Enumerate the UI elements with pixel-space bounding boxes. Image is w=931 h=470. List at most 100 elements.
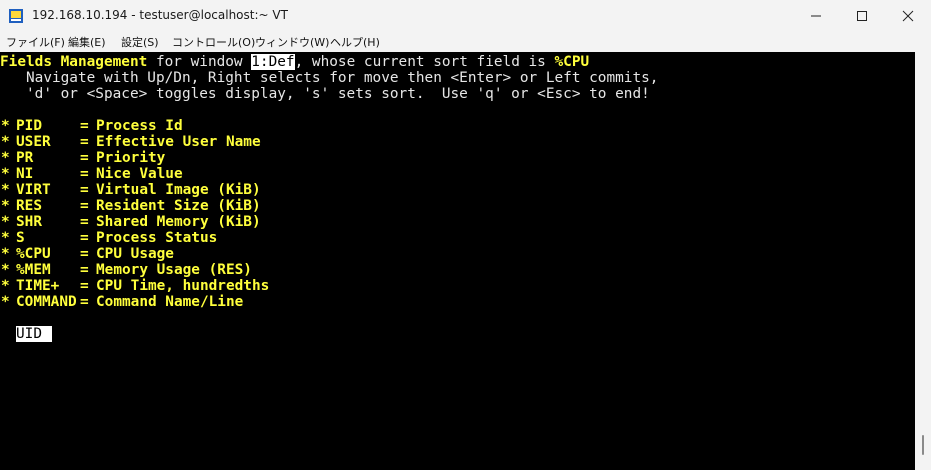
- field-separator: =: [80, 310, 89, 326]
- field-separator: =: [608, 182, 617, 198]
- field-name: %MEM: [16, 262, 51, 278]
- field-name: nsPID: [544, 182, 588, 198]
- vertical-scrollbar[interactable]: [915, 52, 931, 470]
- field-enabled-marker: *: [1, 166, 10, 182]
- sort-field: %CPU: [554, 54, 590, 70]
- field-separator: =: [608, 198, 617, 214]
- field-separator: =: [344, 294, 353, 310]
- field-separator: =: [608, 278, 617, 294]
- field-description: Parent Process pid: [96, 310, 252, 326]
- field-enabled-marker: *: [1, 150, 10, 166]
- field-separator: =: [344, 390, 353, 406]
- field-separator: =: [80, 294, 89, 310]
- maximize-button[interactable]: [839, 0, 885, 32]
- vt-terminal-icon: [9, 9, 23, 23]
- field-description: Effective User Name: [96, 134, 261, 150]
- field-separator: =: [608, 326, 617, 342]
- field-description: RES Locked (KiB): [624, 278, 763, 294]
- field-description: Supp Groups IDs: [360, 342, 490, 358]
- field-separator: =: [608, 166, 617, 182]
- field-separator: =: [608, 310, 617, 326]
- field-separator: =: [344, 134, 353, 150]
- menu-edit[interactable]: 編集(E): [68, 34, 106, 50]
- field-name: %CPU: [16, 246, 51, 262]
- field-name: nMin: [280, 262, 315, 278]
- field-name: SUSER: [16, 390, 60, 406]
- field-name: UID: [16, 326, 52, 342]
- field-name: nsUSER: [544, 198, 596, 214]
- menu-file[interactable]: ファイル(F): [6, 34, 65, 50]
- field-separator: =: [80, 406, 89, 422]
- field-description: Memory Usage (RES): [96, 262, 252, 278]
- field-separator: =: [80, 134, 89, 150]
- field-description: CPU Time, hundredths: [96, 278, 270, 294]
- field-name: OOMa: [280, 390, 315, 406]
- help-line-1: Navigate with Up/Dn, Right selects for m…: [0, 70, 659, 86]
- title-bar[interactable]: 192.168.10.194 - testuser@localhost:~ VT: [0, 0, 931, 32]
- field-name: nsNET: [544, 166, 588, 182]
- field-name: nsIPC: [544, 134, 588, 150]
- field-separator: =: [344, 438, 353, 454]
- field-description: Major Faults delta: [360, 438, 516, 454]
- field-description: USER namespace Inode: [624, 198, 798, 214]
- field-name: COMMAND: [16, 294, 77, 310]
- field-name: LXC: [544, 230, 570, 246]
- field-name: OOMs: [280, 406, 315, 422]
- menu-settings[interactable]: 設定(S): [121, 34, 159, 50]
- field-separator: =: [344, 262, 353, 278]
- scrollbar-thumb[interactable]: [922, 435, 924, 455]
- field-separator: =: [608, 118, 617, 134]
- field-description: Control Group name: [624, 310, 780, 326]
- terminal-screen[interactable]: Fields Management for window 1:Def, whos…: [0, 52, 915, 470]
- field-name: WCHAN: [280, 294, 324, 310]
- field-separator: =: [80, 182, 89, 198]
- field-description: Major Page Faults: [360, 246, 508, 262]
- field-description: Data+Stack (KiB): [360, 230, 499, 246]
- field-separator: =: [80, 390, 89, 406]
- field-name: nTH: [280, 150, 306, 166]
- field-name: RSan: [544, 246, 579, 262]
- field-enabled-marker: *: [1, 118, 10, 134]
- menu-control[interactable]: コントロール(O): [172, 34, 255, 50]
- menu-window[interactable]: ウィンドウ(W): [255, 34, 329, 50]
- field-description: Dirty Pages Count: [360, 278, 508, 294]
- field-name: SUPGIDS: [280, 342, 341, 358]
- field-name: PGRP: [16, 438, 51, 454]
- field-description: Task Flags <sched.h>: [360, 310, 534, 326]
- field-separator: =: [80, 118, 89, 134]
- field-name: VIRT: [16, 182, 51, 198]
- field-name: RSsh: [544, 294, 579, 310]
- field-name: CGROUPS: [280, 326, 341, 342]
- field-separator: =: [344, 342, 353, 358]
- field-name: nsMNT: [544, 150, 588, 166]
- field-description: Minor Page Faults: [360, 262, 508, 278]
- field-separator: =: [80, 326, 89, 342]
- field-separator: =: [344, 214, 353, 230]
- field-description: Thread Group Id: [360, 374, 490, 390]
- field-description: Swapped Size (KiB): [360, 198, 516, 214]
- field-separator: =: [344, 230, 353, 246]
- field-separator: =: [344, 422, 353, 438]
- field-description: UTS namespace Inode: [624, 214, 789, 230]
- field-separator: =: [344, 454, 353, 470]
- field-name: USED: [544, 118, 579, 134]
- field-description: MNT namespace Inode: [624, 150, 789, 166]
- field-description: OOMEM Adjustment: [360, 390, 499, 406]
- field-name: ENVIRON: [280, 422, 341, 438]
- minimize-button[interactable]: [793, 0, 839, 32]
- field-name: SUPGRPS: [280, 358, 341, 374]
- field-description: Process Group Id: [96, 438, 235, 454]
- field-separator: =: [344, 406, 353, 422]
- field-description: Priority: [96, 150, 166, 166]
- field-separator: =: [80, 358, 89, 374]
- field-description: Code Size (KiB): [360, 214, 490, 230]
- field-enabled-marker: *: [1, 278, 10, 294]
- close-button[interactable]: [885, 0, 931, 32]
- menu-help[interactable]: ヘルプ(H): [330, 34, 380, 50]
- field-description: Group Id: [96, 406, 166, 422]
- field-description: Command Name/Line: [96, 294, 244, 310]
- field-enabled-marker: *: [1, 214, 10, 230]
- field-name: NU: [544, 326, 562, 342]
- field-name: TIME+: [16, 278, 60, 294]
- field-separator: =: [80, 214, 89, 230]
